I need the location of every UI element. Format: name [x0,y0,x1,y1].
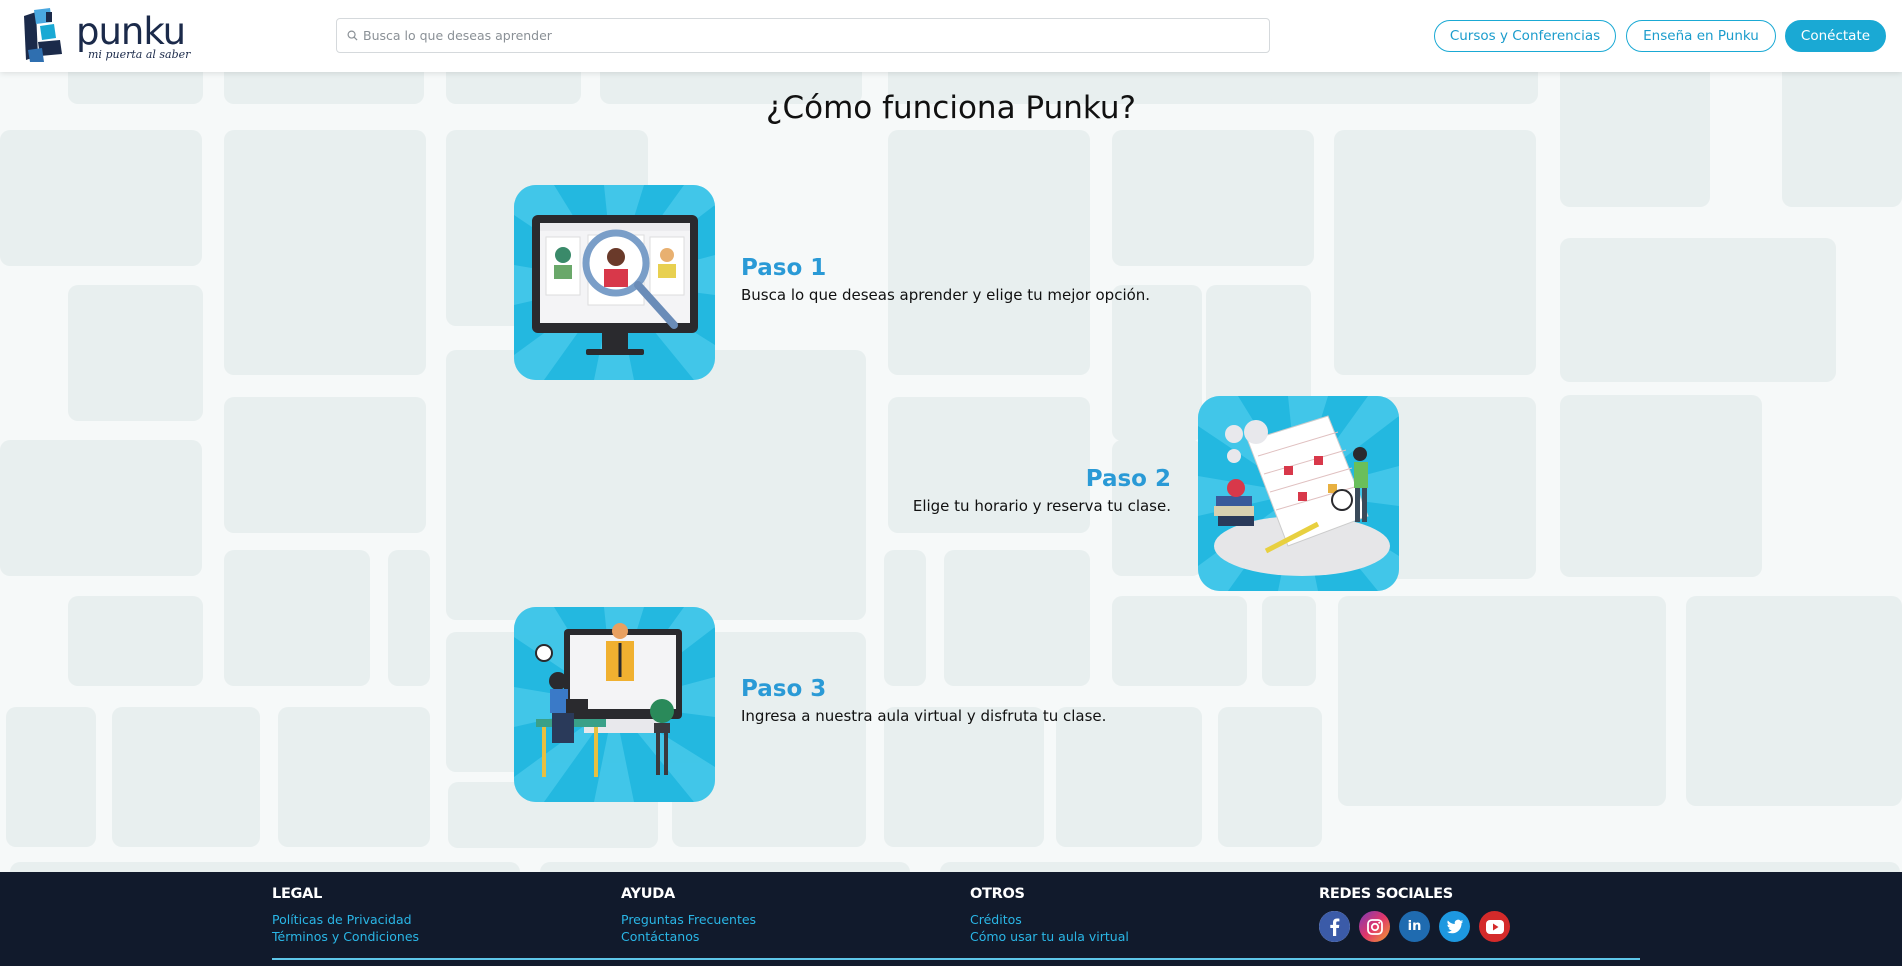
terms-conditions-link[interactable]: Términos y Condiciones [272,928,419,945]
instagram-icon[interactable] [1359,911,1390,942]
linkedin-icon[interactable]: in [1399,911,1430,942]
login-button[interactable]: Conéctate [1785,20,1886,52]
contact-link[interactable]: Contáctanos [621,928,756,945]
footer-social-column: REDES SOCIALES in [1319,886,1510,942]
punku-logo-mark [24,8,62,62]
footer-divider [272,958,1640,960]
teach-on-punku-button[interactable]: Enseña en Punku [1626,20,1776,52]
footer-social-heading: REDES SOCIALES [1319,886,1453,902]
step-1-heading: Paso 1 [741,255,827,281]
footer-legal-heading: LEGAL [272,886,323,902]
footer-other-heading: OTROS [970,886,1025,902]
twitter-icon[interactable] [1439,911,1470,942]
top-navbar: punku mi puerta al saber Cursos y Confer… [0,0,1902,72]
footer-other-column: OTROS Créditos Cómo usar tu aula virtual [970,886,1129,945]
footer-help-heading: AYUDA [621,886,675,902]
privacy-policy-link[interactable]: Políticas de Privacidad [272,911,419,928]
step-2-illustration [1198,396,1399,591]
social-icons: in [1319,911,1510,942]
virtual-classroom-guide-link[interactable]: Cómo usar tu aula virtual [970,928,1129,945]
search-icon [347,30,358,41]
step-3-description: Ingresa a nuestra aula virtual y disfrut… [741,707,1107,725]
step-1-illustration [514,185,715,380]
faq-link[interactable]: Preguntas Frecuentes [621,911,756,928]
step-3-heading: Paso 3 [741,676,827,702]
step-1-description: Busca lo que deseas aprender y elige tu … [741,286,1151,304]
logo-wordmark: punku [76,10,186,53]
punku-logo[interactable]: punku mi puerta al saber [20,8,190,64]
credits-link[interactable]: Créditos [970,911,1129,928]
footer: LEGAL Políticas de Privacidad Términos y… [0,872,1902,966]
page-title: ¿Cómo funciona Punku? [766,90,1136,126]
footer-help-column: AYUDA Preguntas Frecuentes Contáctanos [621,886,756,945]
footer-legal-column: LEGAL Políticas de Privacidad Términos y… [272,886,419,945]
background-pattern [0,72,1902,872]
search-input[interactable] [363,19,1253,52]
step-2-heading: Paso 2 [1085,466,1171,492]
courses-conferences-button[interactable]: Cursos y Conferencias [1434,20,1616,52]
logo-tagline: mi puerta al saber [88,48,191,61]
step-3-illustration [514,607,715,802]
youtube-icon[interactable] [1479,911,1510,942]
step-2-description: Elige tu horario y reserva tu clase. [912,497,1171,515]
search-bar[interactable] [336,18,1270,53]
facebook-icon[interactable] [1319,911,1350,942]
